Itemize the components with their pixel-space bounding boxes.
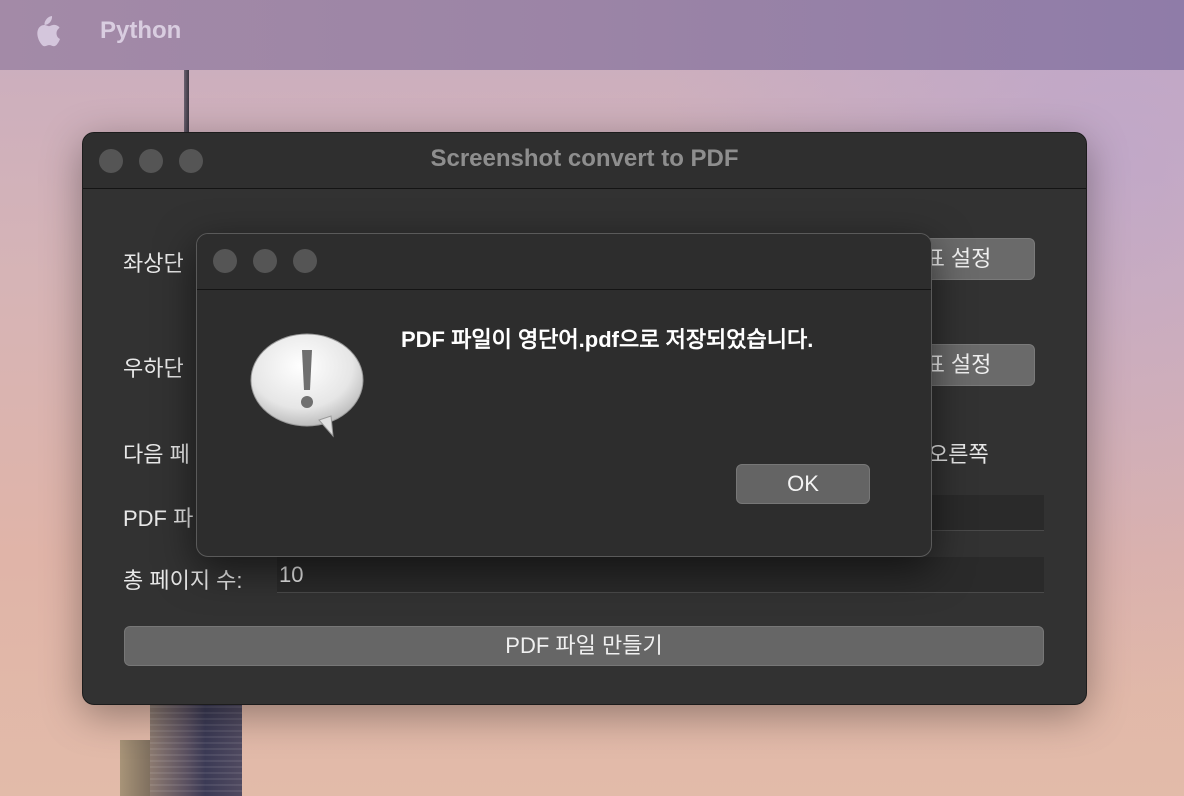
next-page-direction-value[interactable]: 오른쪽 bbox=[928, 437, 989, 469]
top-left-label: 좌상단 bbox=[123, 251, 184, 276]
menu-bar: Python bbox=[0, 0, 1184, 70]
tower-body bbox=[150, 700, 242, 796]
tower-spire bbox=[184, 68, 189, 132]
pdf-filename-label: PDF 파 bbox=[123, 506, 194, 531]
alert-close-button[interactable] bbox=[213, 249, 237, 273]
ok-button[interactable]: OK bbox=[736, 464, 870, 504]
make-pdf-button[interactable]: PDF 파일 만들기 bbox=[124, 626, 1044, 666]
total-pages-label: 총 페이지 수: bbox=[123, 568, 243, 593]
building-left bbox=[120, 740, 154, 796]
alert-dialog: PDF 파일이 영단어.pdf으로 저장되었습니다. OK bbox=[196, 233, 932, 557]
window-titlebar: Screenshot convert to PDF bbox=[83, 133, 1086, 189]
alert-message: PDF 파일이 영단어.pdf으로 저장되었습니다. bbox=[401, 327, 814, 352]
next-page-label: 다음 페 bbox=[123, 442, 190, 467]
alert-titlebar bbox=[197, 234, 931, 290]
app-menu-python[interactable]: Python bbox=[100, 17, 181, 45]
alert-minimize-button[interactable] bbox=[253, 249, 277, 273]
alert-zoom-button[interactable] bbox=[293, 249, 317, 273]
caution-speech-bubble-icon bbox=[250, 333, 364, 438]
window-title: Screenshot convert to PDF bbox=[430, 145, 739, 172]
total-pages-input[interactable]: 10 bbox=[277, 557, 1044, 593]
bottom-right-label: 우하단 bbox=[123, 356, 184, 381]
apple-logo-icon[interactable] bbox=[30, 14, 62, 50]
